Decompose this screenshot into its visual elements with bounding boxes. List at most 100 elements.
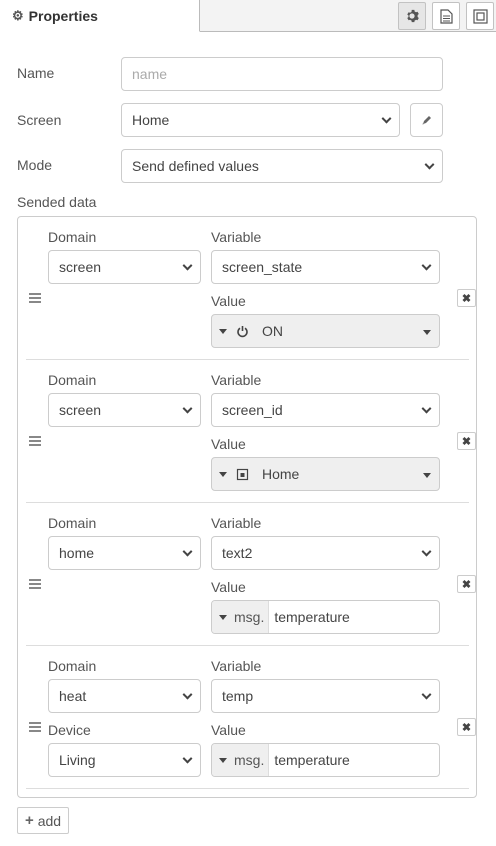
- tab-properties[interactable]: ⚙ Properties: [0, 0, 200, 32]
- remove-row-button[interactable]: ✖: [457, 718, 476, 736]
- value-text: ON: [262, 323, 283, 339]
- variable-select-value: screen_state: [222, 259, 303, 275]
- value-text: Home: [262, 466, 300, 482]
- value-typed-input[interactable]: Home: [211, 457, 440, 491]
- type-caret-icon[interactable]: [219, 471, 227, 477]
- drag-handle-icon[interactable]: [29, 436, 41, 446]
- variable-select[interactable]: screen_id: [211, 393, 440, 427]
- domain-select[interactable]: screen: [48, 393, 201, 427]
- chevron-down-icon: [182, 260, 193, 271]
- chevron-down-icon: [182, 403, 193, 414]
- variable-select-value: screen_id: [222, 402, 283, 418]
- chevron-down-icon: [424, 159, 435, 170]
- list-item: Domain screen Variable screen_state Valu…: [26, 217, 476, 360]
- sended-data-label: Sended data: [17, 194, 97, 210]
- remove-row-button[interactable]: ✖: [457, 575, 476, 593]
- chevron-down-icon: [421, 260, 432, 271]
- close-icon: ✖: [461, 721, 472, 734]
- tab-description-button[interactable]: [432, 2, 460, 30]
- remove-row-button[interactable]: ✖: [457, 289, 476, 307]
- caret-down-icon: [423, 473, 431, 478]
- edit-screen-button[interactable]: [410, 103, 443, 137]
- variable-select-value: text2: [222, 545, 253, 561]
- tab-properties-label: Properties: [28, 7, 98, 24]
- chevron-down-icon: [421, 689, 432, 700]
- mode-select[interactable]: Send defined values: [121, 149, 443, 183]
- tab-settings-button[interactable]: [398, 2, 426, 30]
- device-label: Device: [48, 722, 91, 738]
- drag-handle-icon[interactable]: [29, 722, 41, 732]
- domain-select-value: heat: [59, 688, 87, 704]
- domain-select-value: home: [59, 545, 95, 561]
- mode-label: Mode: [17, 157, 53, 173]
- name-label: Name: [17, 65, 55, 81]
- value-typed-input[interactable]: msg. temperature: [211, 600, 440, 634]
- close-icon: ✖: [461, 435, 472, 448]
- name-input[interactable]: name: [121, 57, 443, 91]
- value-typed-input[interactable]: ON: [211, 314, 440, 348]
- variable-select[interactable]: temp: [211, 679, 440, 713]
- value-label: Value: [211, 293, 246, 309]
- screen-select-value: Home: [132, 112, 170, 128]
- screen-label: Screen: [17, 112, 62, 128]
- domain-label: Domain: [48, 372, 97, 388]
- close-icon: ✖: [461, 292, 472, 305]
- gear-icon: [407, 9, 419, 23]
- screen-select[interactable]: Home: [121, 103, 400, 137]
- sended-data-list: Domain screen Variable screen_state Valu…: [17, 216, 477, 798]
- chevron-down-icon: [421, 403, 432, 414]
- variable-select[interactable]: text2: [211, 536, 440, 570]
- add-button-label: add: [37, 812, 62, 829]
- type-select[interactable]: msg.: [212, 744, 270, 776]
- add-button[interactable]: + add: [17, 807, 69, 834]
- domain-label: Domain: [48, 515, 97, 531]
- list-item: Domain screen Variable screen_id Value H…: [26, 360, 476, 503]
- variable-select[interactable]: screen_state: [211, 250, 440, 284]
- domain-select[interactable]: home: [48, 536, 201, 570]
- value-label: Value: [211, 436, 246, 452]
- domain-select-value: screen: [59, 259, 102, 275]
- remove-row-button[interactable]: ✖: [457, 432, 476, 450]
- close-icon: ✖: [461, 578, 472, 591]
- chevron-down-icon: [182, 753, 193, 764]
- chevron-down-icon: [182, 546, 193, 557]
- domain-label: Domain: [48, 658, 97, 674]
- list-item: Domain heat Variable temp Device Living …: [26, 646, 476, 789]
- value-text: temperature: [274, 609, 350, 625]
- drag-handle-icon[interactable]: [29, 579, 41, 589]
- sidebar-tab-bar: ⚙ Properties: [0, 0, 496, 32]
- device-select-value: Living: [59, 752, 96, 768]
- caret-down-icon: [219, 614, 227, 620]
- frame-icon: [472, 8, 488, 24]
- value-typed-input[interactable]: msg. temperature: [211, 743, 440, 777]
- pencil-icon: [422, 116, 431, 125]
- device-select[interactable]: Living: [48, 743, 201, 777]
- domain-label: Domain: [48, 229, 97, 245]
- value-type-prefix: msg.: [234, 609, 265, 625]
- domain-select-value: screen: [59, 402, 102, 418]
- plus-icon: +: [24, 812, 34, 829]
- screen-icon: [235, 467, 249, 481]
- document-icon: [439, 8, 453, 24]
- variable-label: Variable: [211, 372, 262, 388]
- value-text: temperature: [274, 752, 350, 768]
- tab-appearance-button[interactable]: [466, 2, 494, 30]
- chevron-down-icon: [421, 546, 432, 557]
- type-caret-icon[interactable]: [219, 328, 227, 334]
- drag-handle-icon[interactable]: [29, 293, 41, 303]
- type-select[interactable]: msg.: [212, 601, 270, 633]
- domain-select[interactable]: heat: [48, 679, 201, 713]
- caret-down-icon: [423, 330, 431, 335]
- value-type-prefix: msg.: [234, 752, 265, 768]
- domain-select[interactable]: screen: [48, 250, 201, 284]
- value-label: Value: [211, 579, 246, 595]
- chevron-down-icon: [182, 689, 193, 700]
- name-placeholder: name: [132, 66, 168, 82]
- variable-label: Variable: [211, 229, 262, 245]
- list-item: Domain home Variable text2 Value msg. te…: [26, 503, 476, 646]
- chevron-down-icon: [381, 113, 392, 124]
- variable-label: Variable: [211, 658, 262, 674]
- value-label: Value: [211, 722, 246, 738]
- power-icon: [235, 324, 249, 338]
- caret-down-icon: [219, 757, 227, 763]
